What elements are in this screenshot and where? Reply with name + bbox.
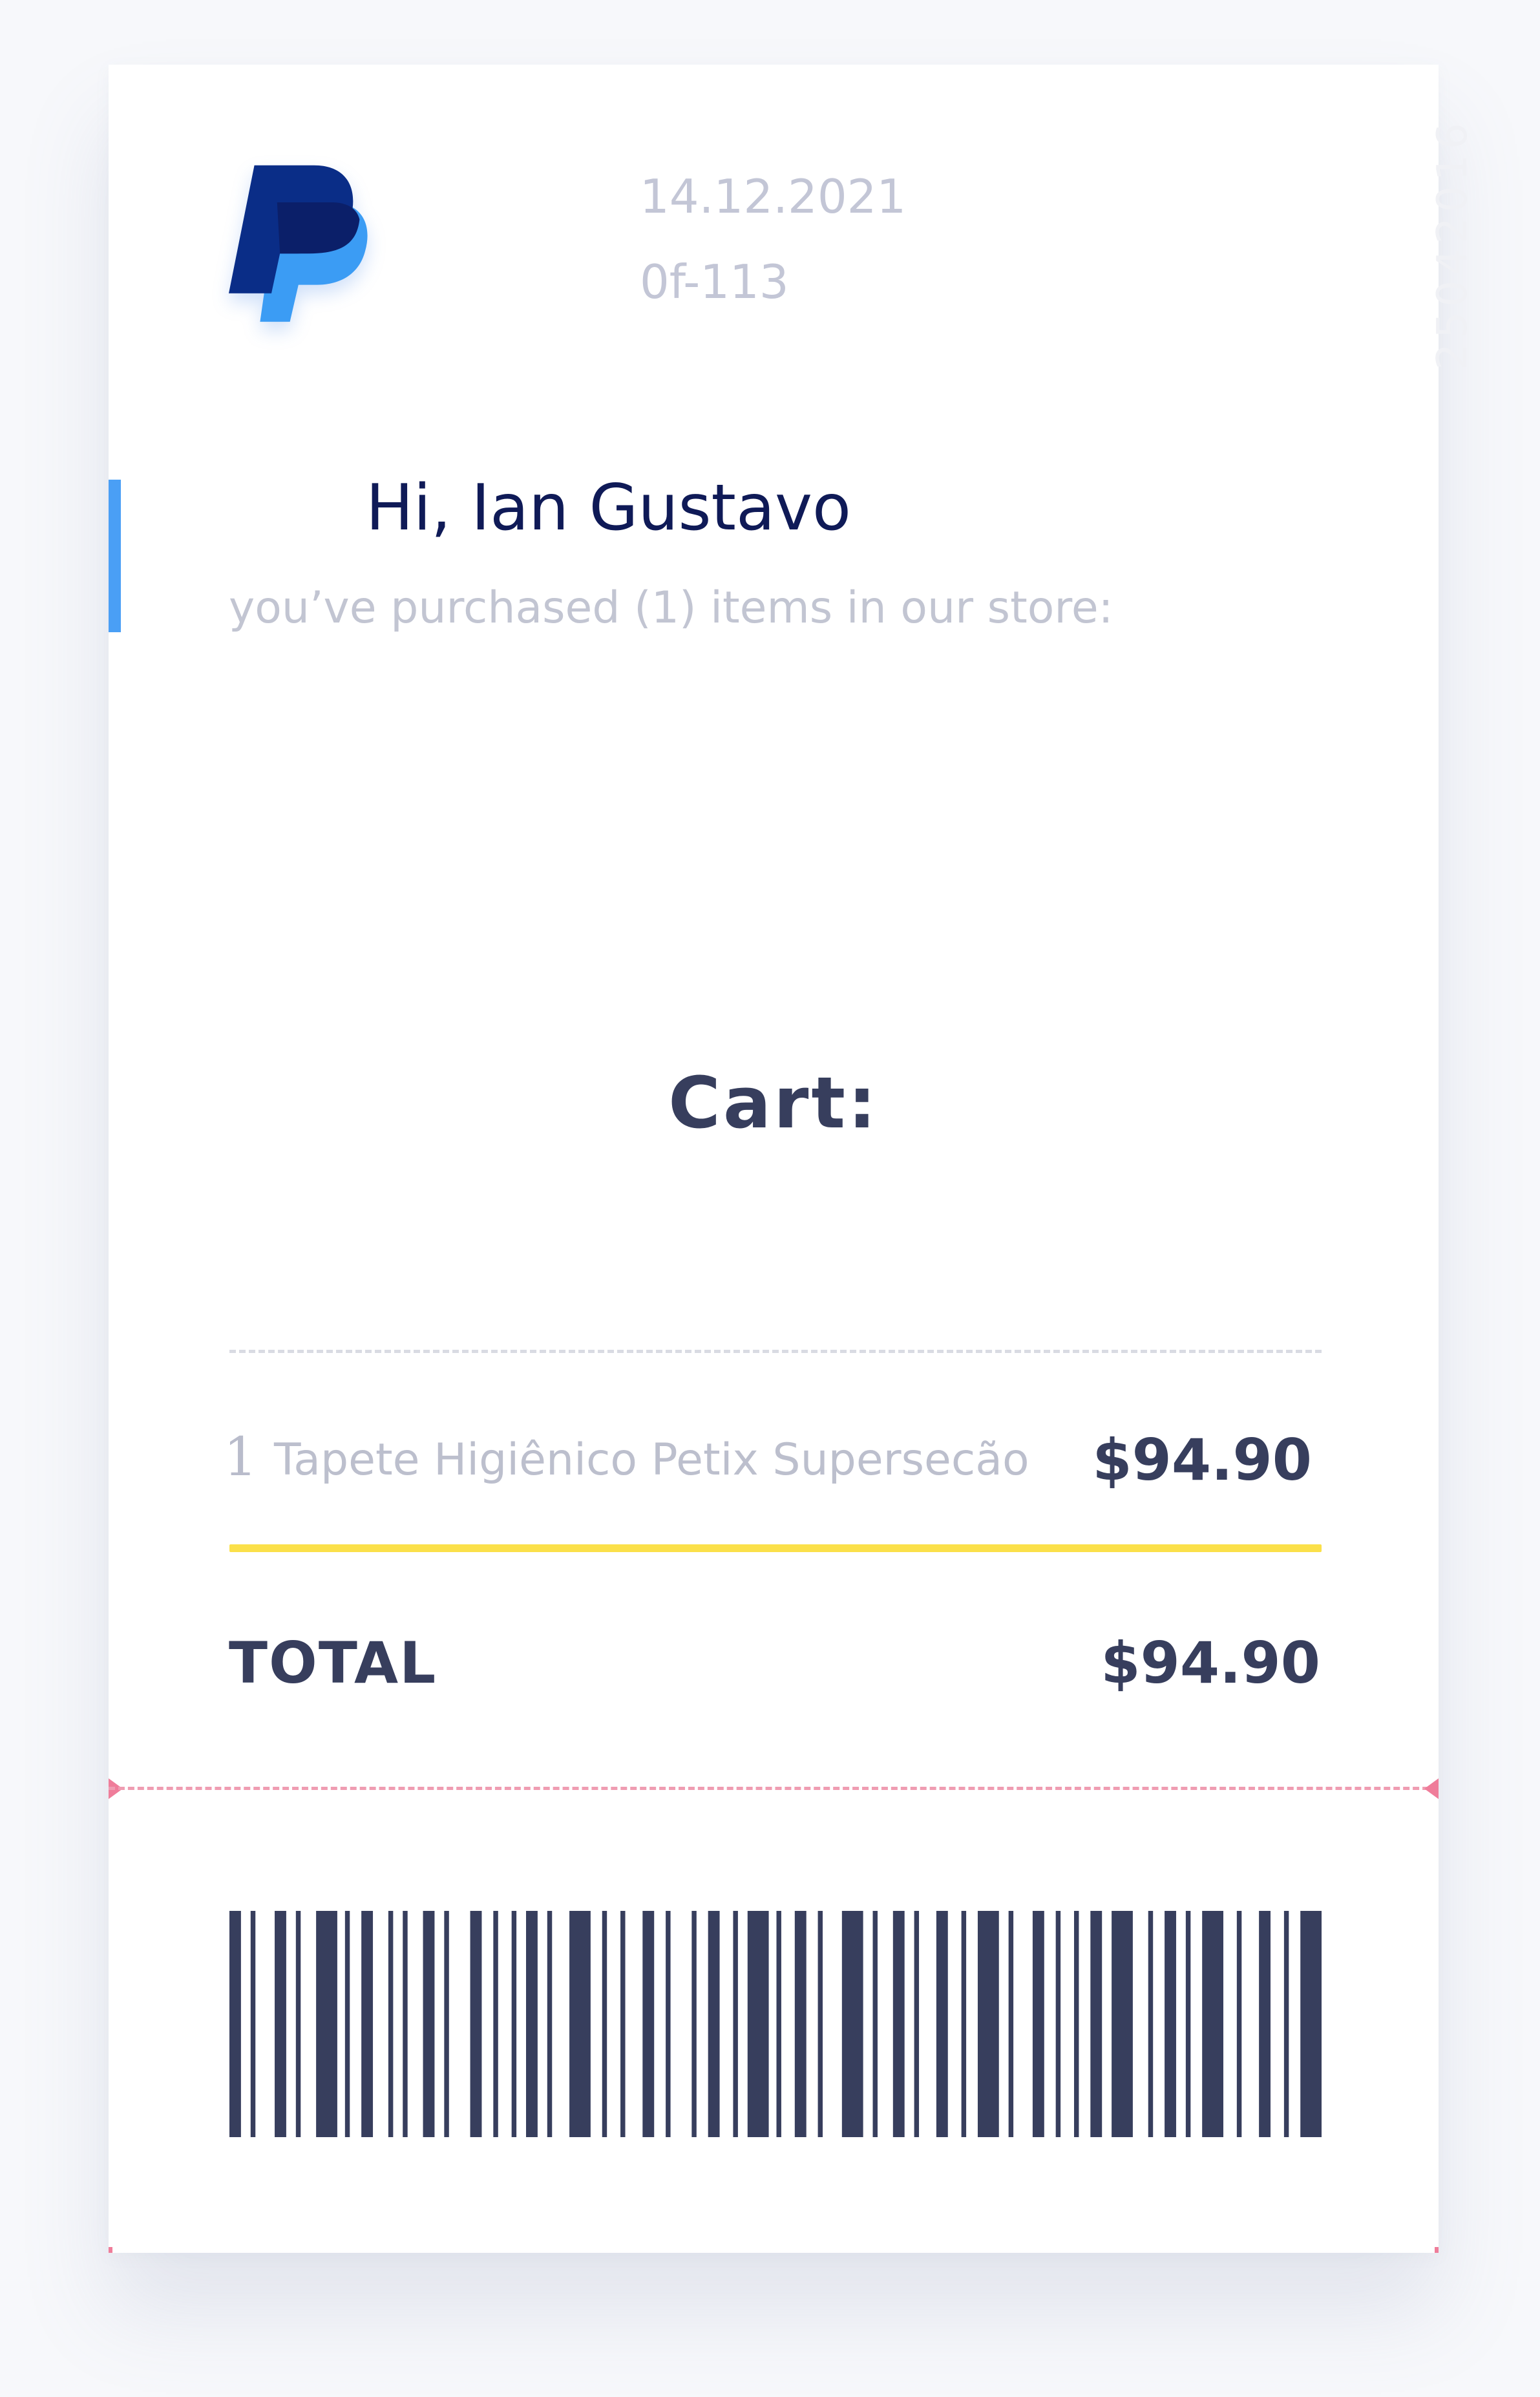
barcode-bar: [1283, 1911, 1289, 2137]
barcode-bar: [569, 1911, 591, 2137]
barcode-bar: [817, 1911, 823, 2137]
barcode-bar: [1073, 1911, 1079, 2137]
total-divider: [229, 1544, 1322, 1552]
barcode-bar: [361, 1911, 374, 2137]
barcode-bar: [403, 1911, 408, 2137]
barcode-bar: [1259, 1911, 1271, 2137]
barcode-bar: [841, 1911, 863, 2137]
tear-notch-right: [1424, 1778, 1439, 1799]
barcode-bar: [1185, 1911, 1191, 2137]
barcode-bar: [691, 1911, 697, 2137]
barcode-bar: [423, 1911, 435, 2137]
barcode-bar: [1236, 1911, 1242, 2137]
total-value: $94.90: [1101, 1630, 1320, 1696]
barcode-bar: [1202, 1911, 1223, 2137]
barcode-bar: [444, 1911, 449, 2137]
paypal-logo-icon: [229, 164, 371, 326]
corner-mark-right: [1435, 2247, 1439, 2253]
item-price: $94.90: [1092, 1427, 1312, 1493]
barcode-bar: [602, 1911, 607, 2137]
barcode-bar: [1112, 1911, 1133, 2137]
barcode-bar: [776, 1911, 781, 2137]
barcode-bar: [794, 1911, 807, 2137]
barcode-bar: [733, 1911, 738, 2137]
barcode-bar: [526, 1911, 538, 2137]
barcode-bar: [936, 1911, 948, 2137]
barcode-bar: [511, 1911, 517, 2137]
barcode-bar: [1148, 1911, 1154, 2137]
barcode-bar: [493, 1911, 498, 2137]
item-quantity: 1: [224, 1427, 258, 1488]
corner-mark-left: [109, 2247, 112, 2253]
cart-heading: Cart:: [668, 1061, 879, 1144]
barcode-bar: [892, 1911, 905, 2137]
greeting-accent-bar: [109, 480, 121, 632]
total-label: TOTAL: [229, 1630, 438, 1696]
barcode-bar: [295, 1911, 301, 2137]
barcode-bar: [250, 1911, 256, 2137]
barcode-bar: [1090, 1911, 1102, 2137]
cart-divider: [229, 1350, 1322, 1353]
barcode-bar: [275, 1911, 286, 2137]
barcode-bar: [977, 1911, 999, 2137]
barcode-bar: [1008, 1911, 1014, 2137]
barcode-bar: [1165, 1911, 1176, 2137]
barcode-bar: [620, 1911, 626, 2137]
barcode-bar: [316, 1911, 337, 2137]
barcode-bar: [1300, 1911, 1322, 2137]
receipt-date: 14.12.2021: [640, 169, 907, 224]
barcode-bar: [708, 1911, 720, 2137]
barcode-bar: [344, 1911, 350, 2137]
barcode-bar: [914, 1911, 920, 2137]
barcode-bar: [1032, 1911, 1044, 2137]
barcode-bar: [388, 1911, 394, 2137]
greeting-title: Hi, Ian Gustavo: [366, 471, 851, 545]
barcode-bar: [872, 1911, 878, 2137]
purchase-summary: you’ve purchased (1) items in our store:: [229, 582, 1113, 634]
barcode-icon: [229, 1911, 1322, 2137]
barcode-bar: [547, 1911, 553, 2137]
vertical-serial-code: 25042016: [1429, 118, 1477, 370]
tear-off-line: [109, 1787, 1439, 1790]
receipt-reference: 0f-113: [640, 255, 789, 309]
receipt-card: 14.12.2021 0f-113 25042016 Hi, Ian Gusta…: [109, 65, 1477, 2253]
barcode-bar: [229, 1911, 241, 2137]
barcode-bar: [961, 1911, 967, 2137]
barcode-bar: [642, 1911, 655, 2137]
barcode-bar: [1055, 1911, 1061, 2137]
barcode-bar: [470, 1911, 482, 2137]
barcode-bar: [747, 1911, 769, 2137]
barcode-bar: [666, 1911, 671, 2137]
item-name: Tapete Higiênico Petix Supersecão: [274, 1434, 1029, 1486]
